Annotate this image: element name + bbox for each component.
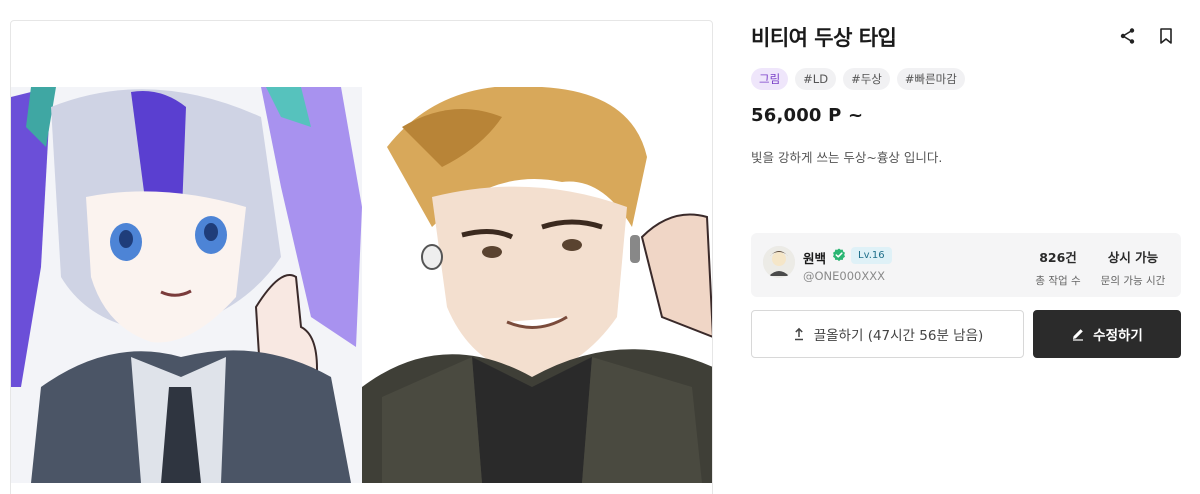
avatar-image [763,246,795,278]
artist-card[interactable]: 원백 Lv.16 @ONE000XXX 826건 총 작업 수 상시 가능 문의… [751,233,1181,297]
category-tag[interactable]: 그림 [751,68,789,90]
stat-total-works: 826건 총 작업 수 [1033,247,1083,288]
bump-button-label: 끌올하기 (47시간 56분 남음) [813,328,984,344]
share-icon [1120,28,1135,44]
upload-arrow-icon [794,327,803,341]
hashtag[interactable]: #두상 [843,68,890,90]
bump-button[interactable]: 끌올하기 (47시간 56분 남음) [751,310,1024,358]
product-description: 빛을 강하게 쓰는 두상~흉상 입니다. [751,150,943,165]
pencil-icon [1073,329,1084,341]
artwork-image-girl[interactable] [11,87,362,483]
stat-label: 문의 가능 시간 [1100,275,1166,287]
artist-handle: @ONE000XXX [803,269,886,283]
man-illustration [362,87,712,483]
girl-illustration [11,87,362,483]
stat-label: 총 작업 수 [1035,275,1081,287]
product-info-panel: 비티여 두상 타입 그림 #LD #두상 #빠른마감 56,000 P ~ 빛을… [751,0,1183,494]
edit-button[interactable]: 수정하기 [1033,310,1181,358]
artist-name[interactable]: 원백 [803,248,826,267]
artwork-gallery[interactable] [10,20,713,494]
hashtag[interactable]: #LD [795,68,837,90]
bookmark-button[interactable] [1156,26,1176,46]
stat-inquiry-hours: 상시 가능 문의 가능 시간 [1097,247,1169,288]
verified-check-icon [833,248,845,262]
edit-button-label: 수정하기 [1093,328,1143,344]
hashtag[interactable]: #빠른마감 [896,68,965,90]
product-title: 비티여 두상 타입 [751,26,897,50]
bookmark-icon [1160,28,1172,44]
stat-value: 826건 [1039,250,1077,265]
avatar[interactable] [763,246,795,278]
stat-value: 상시 가능 [1107,250,1159,265]
artwork-image-man[interactable] [362,87,712,483]
level-badge: Lv.16 [851,247,892,264]
product-price: 56,000 P ~ [751,105,864,126]
share-button[interactable] [1118,26,1138,46]
tag-list: 그림 #LD #두상 #빠른마감 [751,68,965,90]
